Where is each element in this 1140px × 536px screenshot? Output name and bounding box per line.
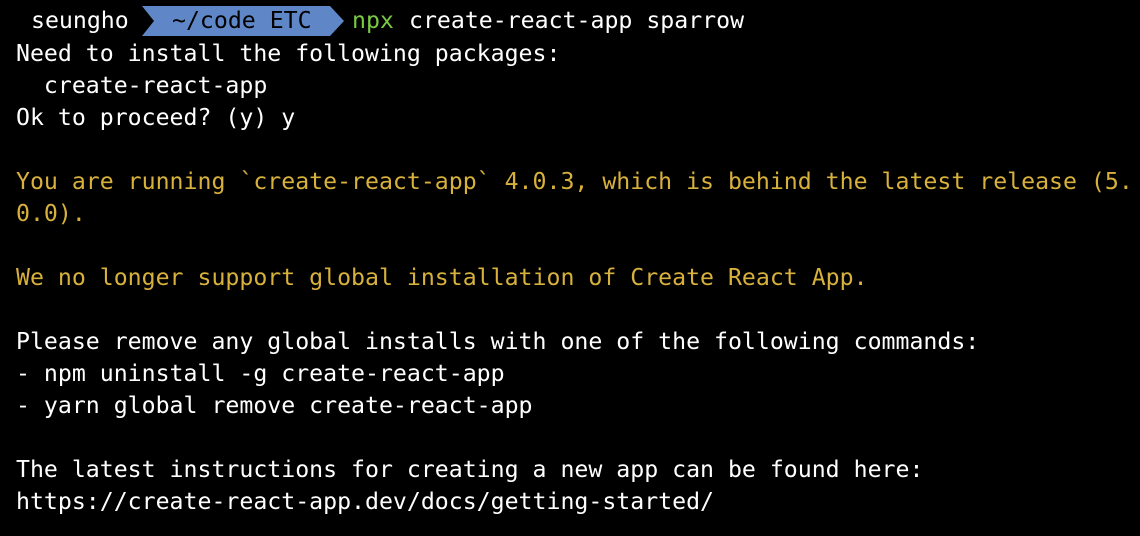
output-version-warning-1: You are running `create-react-app` 4.0.3… [16,168,1133,195]
output-instructions-url[interactable]: https://create-react-app.dev/docs/gettin… [16,486,714,518]
terminal-window[interactable]: seungho ~/code ETC npx create-react-app … [0,0,1140,536]
prompt-path: ~/code ETC [172,7,312,34]
output-remove-npm: - npm uninstall -g create-react-app [16,360,505,387]
output-proceed-prompt: Ok to proceed? (y) y [16,104,296,131]
output-remove-yarn: - yarn global remove create-react-app [16,392,533,419]
prompt-user: seungho [31,7,129,34]
command-name: npx [352,7,394,34]
output-version-warning-2: 0.0). [16,200,86,227]
output-global-warning: We no longer support global installation… [16,264,868,291]
output-instructions-header: The latest instructions for creating a n… [16,456,924,483]
command-args: create-react-app sparrow [409,7,745,34]
prompt-line: seungho ~/code ETC npx create-react-app … [0,4,1140,38]
output-install-header: Need to install the following packages: [16,40,561,67]
output-install-package: create-react-app [16,72,268,99]
output-remove-header: Please remove any global installs with o… [16,328,980,355]
